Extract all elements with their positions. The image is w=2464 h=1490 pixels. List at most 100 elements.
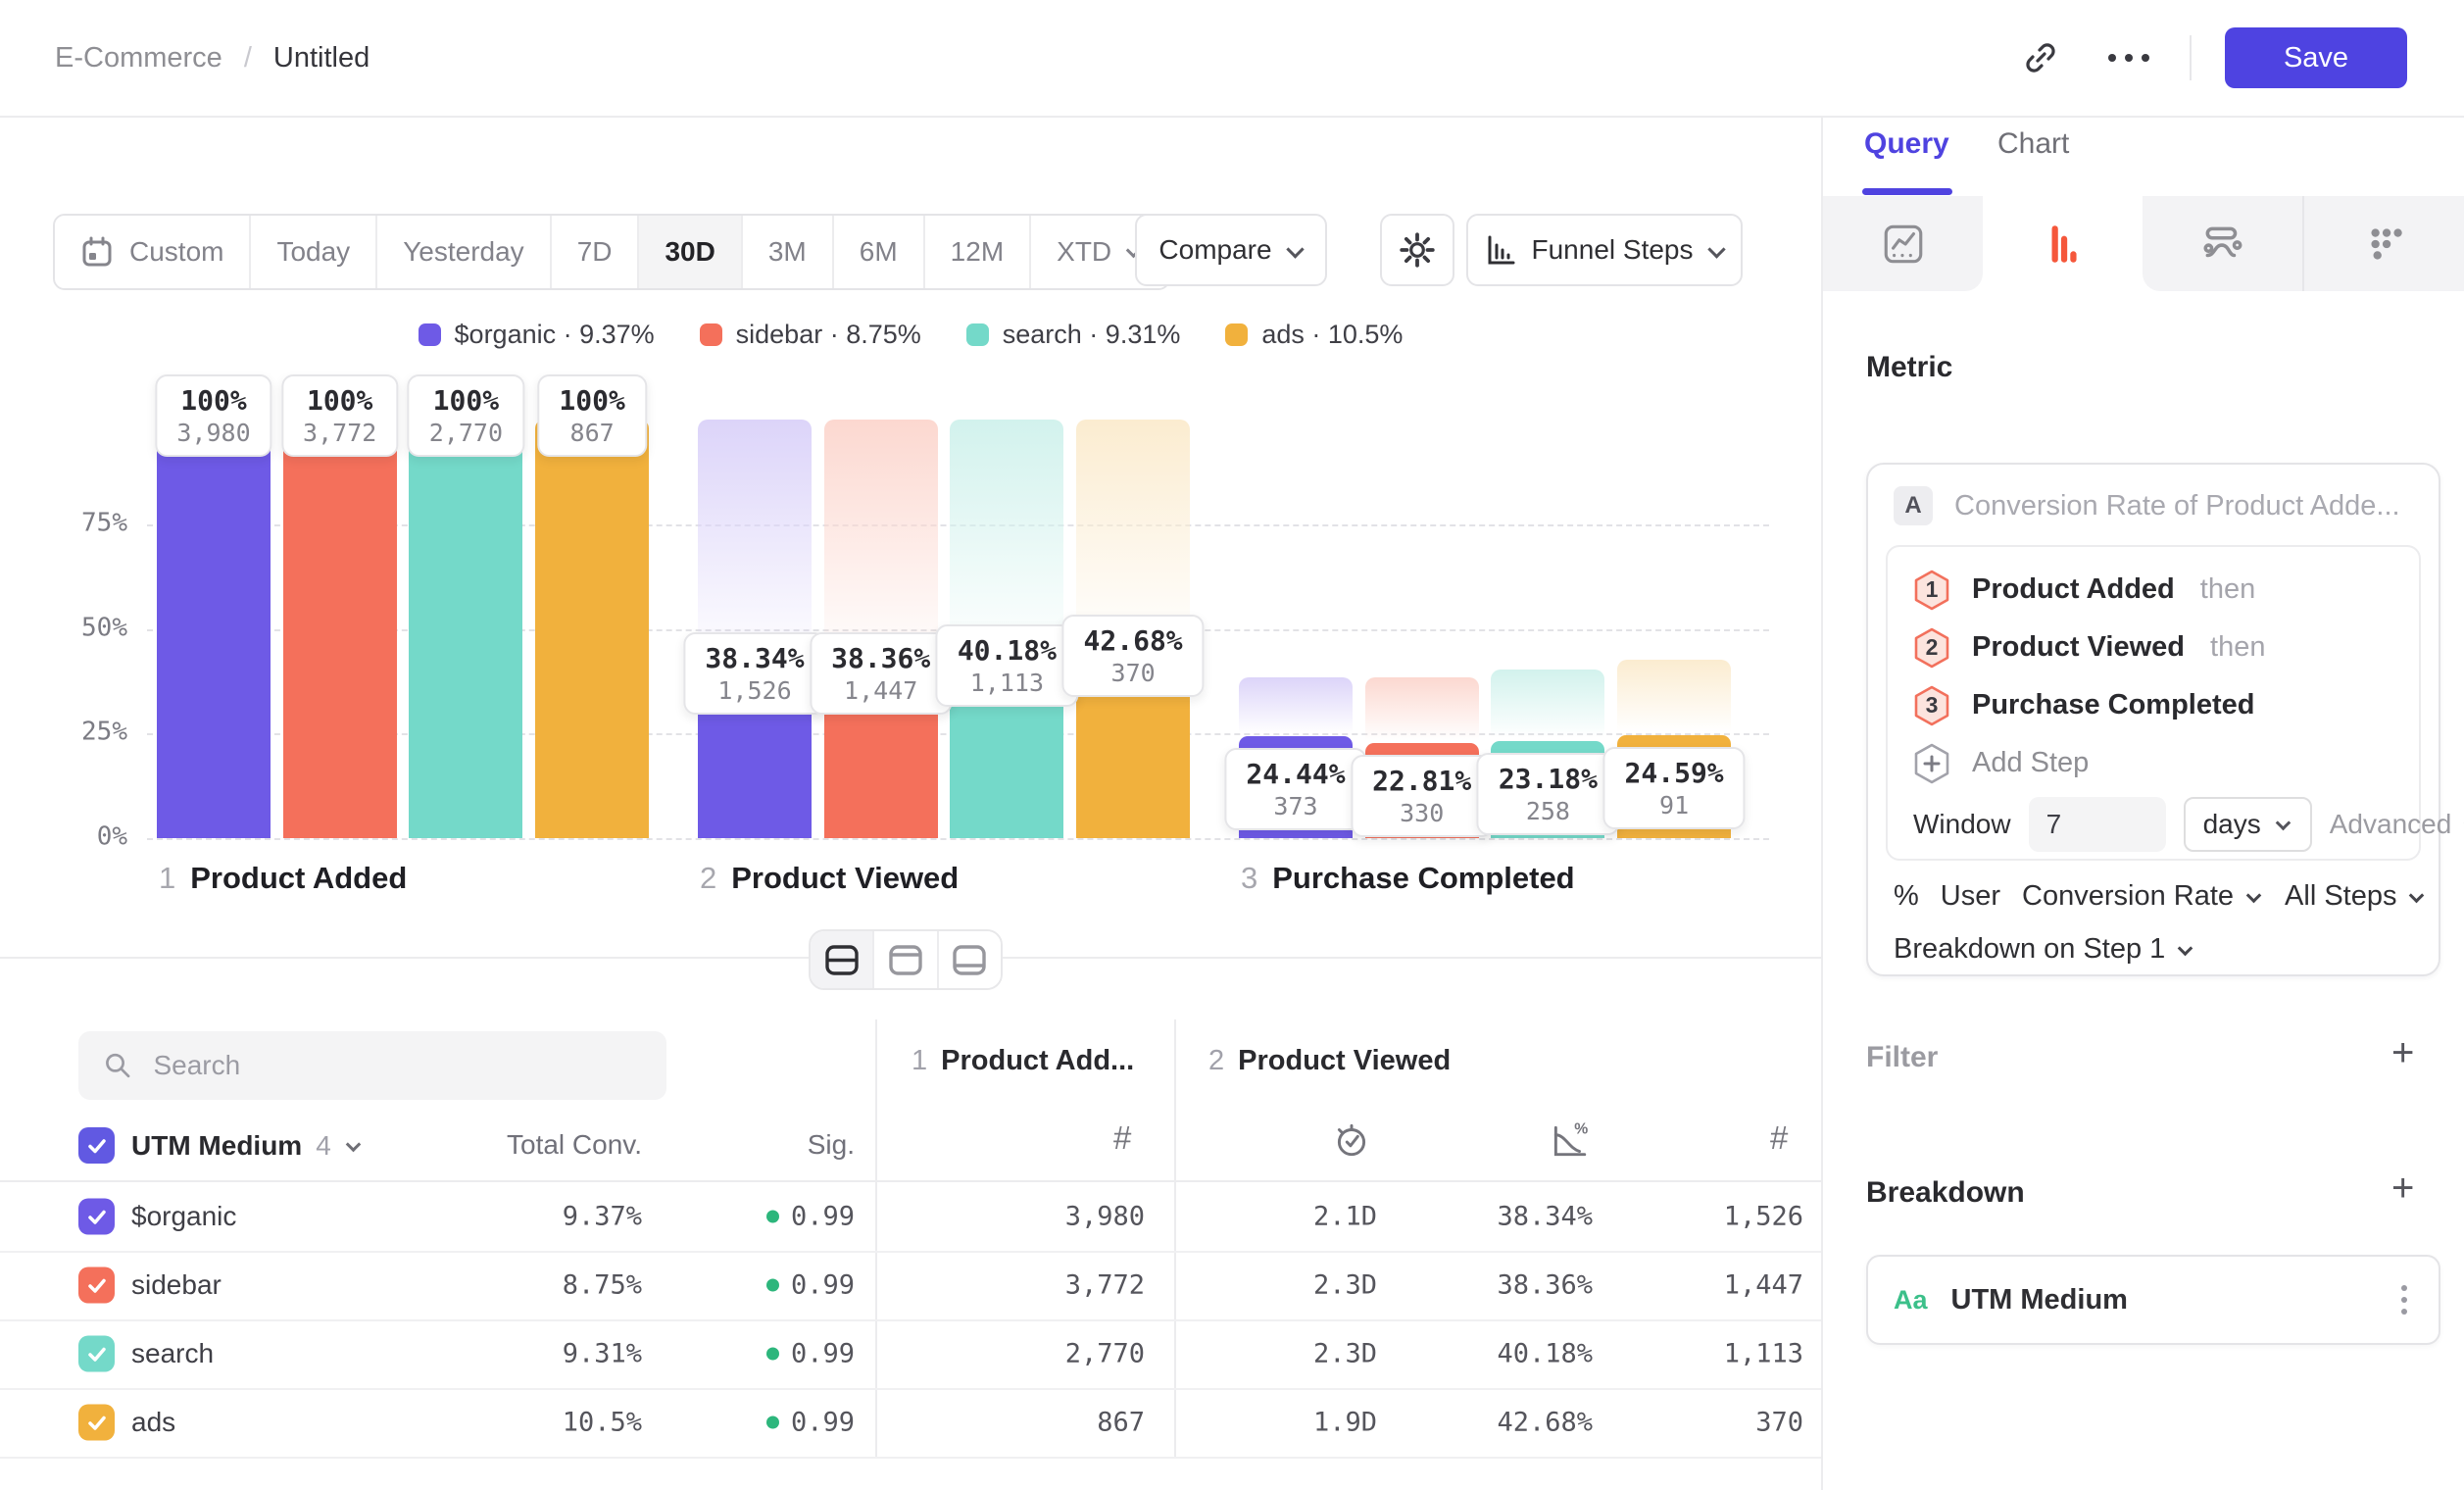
metric-step-label: Product Added <box>1972 573 2175 606</box>
count-metric-icon: # <box>1113 1119 1131 1157</box>
row-checkbox-checked[interactable] <box>78 1199 115 1235</box>
dots-grid-icon <box>2361 221 2408 268</box>
then-label: then <box>2210 631 2265 664</box>
range-yesterday[interactable]: Yesterday <box>375 216 550 288</box>
tab-chart[interactable]: Chart <box>1997 127 2069 161</box>
metric-step-2[interactable]: 2Product Viewedthen <box>1913 619 2419 676</box>
measure-scope-dropdown[interactable]: All Steps <box>2285 880 2426 913</box>
window-value-input[interactable] <box>2029 797 2166 852</box>
view-toggle-table-only[interactable] <box>937 931 1001 988</box>
avg-time-metric-icon <box>1331 1119 1372 1166</box>
range-7d[interactable]: 7D <box>550 216 638 288</box>
breakdown-item[interactable]: Aa UTM Medium <box>1866 1255 2440 1345</box>
step2-count-value: 1,526 <box>1724 1202 1803 1232</box>
total-conv-value: 9.37% <box>563 1202 642 1232</box>
significance-dot-icon <box>766 1348 779 1361</box>
range-30d[interactable]: 30D <box>637 216 740 288</box>
legend-item-sidebar[interactable]: sidebar · 8.75% <box>700 320 921 350</box>
range-today[interactable]: Today <box>249 216 375 288</box>
checkbox-checked[interactable] <box>78 1127 115 1164</box>
funnel-bar-sidebar-step1[interactable] <box>283 420 397 838</box>
range-12m[interactable]: 12M <box>923 216 1029 288</box>
measure-user[interactable]: User <box>1941 880 2000 913</box>
range-3m[interactable]: 3M <box>741 216 832 288</box>
sig-column-header: Sig. <box>727 1129 855 1161</box>
add-breakdown-button[interactable]: + <box>2391 1168 2414 1208</box>
chevron-down-icon <box>2408 890 2426 904</box>
measure-type-dropdown[interactable]: Conversion Rate <box>2022 880 2263 913</box>
window-unit-dropdown[interactable]: days <box>2184 797 2312 852</box>
funnel-bar-search-step1[interactable] <box>409 420 522 838</box>
avg-time-value: 2.3D <box>1313 1339 1377 1369</box>
select-all-checkbox[interactable] <box>78 1127 115 1164</box>
range-6m[interactable]: 6M <box>832 216 923 288</box>
funnel-bar-ads-step1[interactable] <box>535 420 649 838</box>
badge-count: 330 <box>1372 799 1471 827</box>
chart-only-icon <box>888 944 923 976</box>
view-toggle-split-view[interactable] <box>811 931 872 988</box>
legend-label: search · 9.31% <box>1003 320 1181 350</box>
badge-percent: 100% <box>176 384 250 417</box>
chevron-down-icon <box>2275 818 2292 831</box>
add-filter-button[interactable]: + <box>2391 1033 2414 1072</box>
add-step-hexagon-icon <box>1913 743 1950 784</box>
tab-insights-chart[interactable] <box>1823 196 1983 291</box>
range-custom[interactable]: Custom <box>55 216 249 288</box>
funnel-bar-organic-step1[interactable] <box>157 420 271 838</box>
metric-step-3[interactable]: 3Purchase Completed <box>1913 676 2419 734</box>
save-button[interactable]: Save <box>2225 27 2407 88</box>
metric-step-label: Product Viewed <box>1972 631 2185 664</box>
breadcrumb-project[interactable]: E-Commerce <box>55 42 222 74</box>
tab-funnel-chart-active[interactable] <box>1983 196 2143 291</box>
svg-text:%: % <box>1574 1121 1588 1138</box>
value-badge: 100%867 <box>537 374 646 457</box>
badge-count: 2,770 <box>429 419 503 447</box>
metric-step-1[interactable]: 1Product Addedthen <box>1913 561 2419 619</box>
step2-count-value: 370 <box>1755 1408 1803 1438</box>
breakdown-on-step-dropdown[interactable]: Breakdown on Step 1 <box>1894 933 2194 966</box>
badge-percent: 38.36% <box>831 642 930 674</box>
legend-item-ads[interactable]: ads · 10.5% <box>1225 320 1403 350</box>
ghost-bar-ads-step3 <box>1617 660 1731 735</box>
advanced-dropdown[interactable]: Advanced <box>2330 809 2464 840</box>
step2-count-value: 1,113 <box>1724 1339 1803 1369</box>
tab-retention-chart[interactable] <box>2302 196 2464 291</box>
view-toggle-chart-only[interactable] <box>872 931 936 988</box>
add-step-button[interactable]: Add Step <box>1913 734 2419 792</box>
metric-step-label: Purchase Completed <box>1972 689 2254 721</box>
share-link-icon[interactable] <box>2013 30 2068 85</box>
row-checkbox-checked[interactable] <box>78 1405 115 1441</box>
avg-time-value: 1.9D <box>1313 1408 1377 1438</box>
step-label: Product Viewed <box>1238 1045 1451 1077</box>
metric-title-row[interactable]: A Conversion Rate of Product Adde... <box>1894 486 2400 525</box>
tab-query[interactable]: Query <box>1864 127 1949 161</box>
more-options-icon[interactable] <box>2101 30 2156 85</box>
chart-type-dropdown[interactable]: Funnel Steps <box>1466 214 1743 286</box>
compare-button[interactable]: Compare <box>1135 214 1327 286</box>
breakdown-options-icon[interactable] <box>2395 1279 2413 1320</box>
legend-item-organic[interactable]: $organic · 9.37% <box>419 320 655 350</box>
row-name: ads <box>131 1407 175 1438</box>
chevron-down-icon <box>2245 890 2263 904</box>
row-checkbox-checked[interactable] <box>78 1267 115 1304</box>
measure-type-label: Conversion Rate <box>2022 880 2234 913</box>
row-checkbox-checked[interactable] <box>78 1336 115 1372</box>
search-icon <box>102 1048 133 1083</box>
conversion-rate-metric-icon: % <box>1549 1119 1590 1166</box>
step-number: 2 <box>1208 1045 1224 1077</box>
search-input[interactable] <box>151 1049 643 1082</box>
chart-type-tabs <box>1823 196 2464 291</box>
total-conv-value: 9.31% <box>563 1339 642 1369</box>
funnel-bars-icon <box>2040 221 2087 268</box>
group-by-dropdown[interactable]: UTM Medium 4 <box>131 1127 363 1164</box>
significance-dot-icon <box>766 1416 779 1429</box>
tab-flows-chart[interactable] <box>2143 196 2302 291</box>
header-divider <box>2190 35 2192 80</box>
breakdown-on-label: Breakdown on Step 1 <box>1894 933 2165 966</box>
chart-settings-button[interactable] <box>1380 214 1454 286</box>
total-conv-value: 10.5% <box>563 1408 642 1438</box>
legend-item-search[interactable]: search · 9.31% <box>966 320 1181 350</box>
legend-swatch <box>700 323 722 346</box>
table-search <box>78 1031 666 1100</box>
report-title[interactable]: Untitled <box>273 42 370 74</box>
